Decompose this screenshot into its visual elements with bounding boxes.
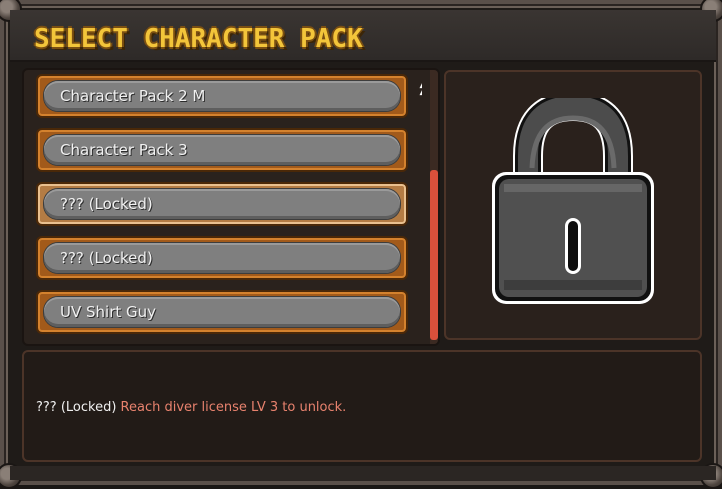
pack-item[interactable]: Character Pack 2 M [36,74,408,118]
pack-item-pill: ??? (Locked) [44,189,400,219]
pack-item-selected[interactable]: ??? (Locked) [36,182,408,226]
character-pack-window: SELECT CHARACTER PACK Character Pack 2 M… [0,0,722,489]
pack-item-label: Character Pack 3 [60,141,188,159]
scrollbar-thumb[interactable] [430,170,438,340]
pack-item-label: Character Pack 2 M [60,87,206,105]
window-title: SELECT CHARACTER PACK [34,24,363,54]
description-text: ??? (Locked) Reach diver license LV 3 to… [36,400,346,415]
pack-item-label: ??? (Locked) [60,249,153,267]
pack-list: Character Pack 2 M Character Pack 3 ??? … [24,70,422,344]
pack-item-label: UV Shirt Guy [60,303,157,321]
pack-item[interactable]: UV Shirt Guy [36,290,408,334]
scroll-up-arrow-icon[interactable]: ▲▲ [418,81,422,97]
pack-preview-panel [444,70,702,340]
description-panel: ??? (Locked) Reach diver license LV 3 to… [22,350,702,462]
description-unlock-hint: Reach diver license LV 3 to unlock. [120,400,347,415]
description-pack-name: ??? (Locked) [36,400,117,415]
pack-item-pill: Character Pack 3 [44,135,400,165]
pack-item-pill: Character Pack 2 M [44,81,400,111]
pack-item-pill: ??? (Locked) [44,243,400,273]
pack-list-panel[interactable]: Character Pack 2 M Character Pack 3 ??? … [22,68,440,346]
pack-item[interactable]: ??? (Locked) [36,236,408,280]
pack-item-label: ??? (Locked) [60,195,153,213]
scrollbar[interactable] [430,70,438,344]
title-bar: SELECT CHARACTER PACK [10,10,716,62]
pack-item[interactable]: Character Pack 3 [36,128,408,172]
frame-bottom-edge [10,466,716,480]
padlock-icon [492,98,654,304]
pack-item-pill: UV Shirt Guy [44,297,400,327]
